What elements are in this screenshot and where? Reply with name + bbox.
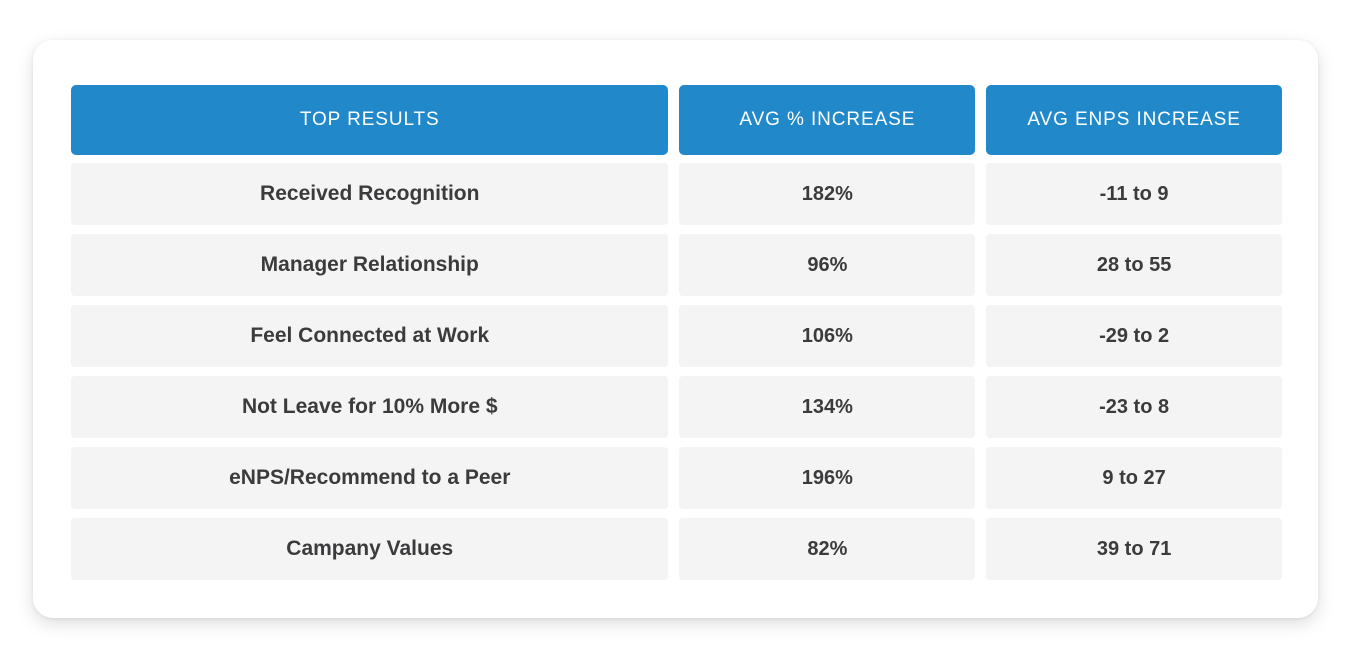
cell-avg-percent-increase: 182% [679, 163, 976, 225]
column-header-avg-percent-increase: AVG % INCREASE [679, 85, 976, 155]
cell-avg-percent-increase: 134% [679, 376, 976, 438]
cell-avg-percent-increase: 96% [679, 234, 976, 296]
cell-avg-enps-increase: 9 to 27 [986, 447, 1282, 509]
cell-avg-enps-increase: 39 to 71 [986, 518, 1282, 580]
table-header-row: TOP RESULTS AVG % INCREASE AVG eNPS INCR… [71, 85, 1282, 155]
cell-avg-enps-increase: -11 to 9 [986, 163, 1282, 225]
column-header-top-results: TOP RESULTS [71, 85, 669, 155]
cell-result-label: Manager Relationship [71, 234, 669, 296]
table-row: Received Recognition 182% -11 to 9 [71, 163, 1282, 225]
cell-avg-enps-increase: -29 to 2 [986, 305, 1282, 367]
table-row: eNPS/Recommend to a Peer 196% 9 to 27 [71, 447, 1282, 509]
page-root: TOP RESULTS AVG % INCREASE AVG eNPS INCR… [0, 0, 1352, 662]
top-results-table: TOP RESULTS AVG % INCREASE AVG eNPS INCR… [71, 85, 1282, 580]
cell-result-label: Feel Connected at Work [71, 305, 669, 367]
cell-result-label: Not Leave for 10% More $ [71, 376, 669, 438]
table-row: Feel Connected at Work 106% -29 to 2 [71, 305, 1282, 367]
cell-result-label: Received Recognition [71, 163, 669, 225]
cell-avg-enps-increase: 28 to 55 [986, 234, 1282, 296]
table-row: Campany Values 82% 39 to 71 [71, 518, 1282, 580]
cell-avg-percent-increase: 196% [679, 447, 976, 509]
column-header-avg-enps-increase: AVG eNPS INCREASE [986, 85, 1282, 155]
table-row: Manager Relationship 96% 28 to 55 [71, 234, 1282, 296]
results-card: TOP RESULTS AVG % INCREASE AVG eNPS INCR… [33, 40, 1318, 618]
cell-avg-percent-increase: 82% [679, 518, 976, 580]
table-row: Not Leave for 10% More $ 134% -23 to 8 [71, 376, 1282, 438]
cell-result-label: Campany Values [71, 518, 669, 580]
cell-avg-enps-increase: -23 to 8 [986, 376, 1282, 438]
cell-result-label: eNPS/Recommend to a Peer [71, 447, 669, 509]
cell-avg-percent-increase: 106% [679, 305, 976, 367]
